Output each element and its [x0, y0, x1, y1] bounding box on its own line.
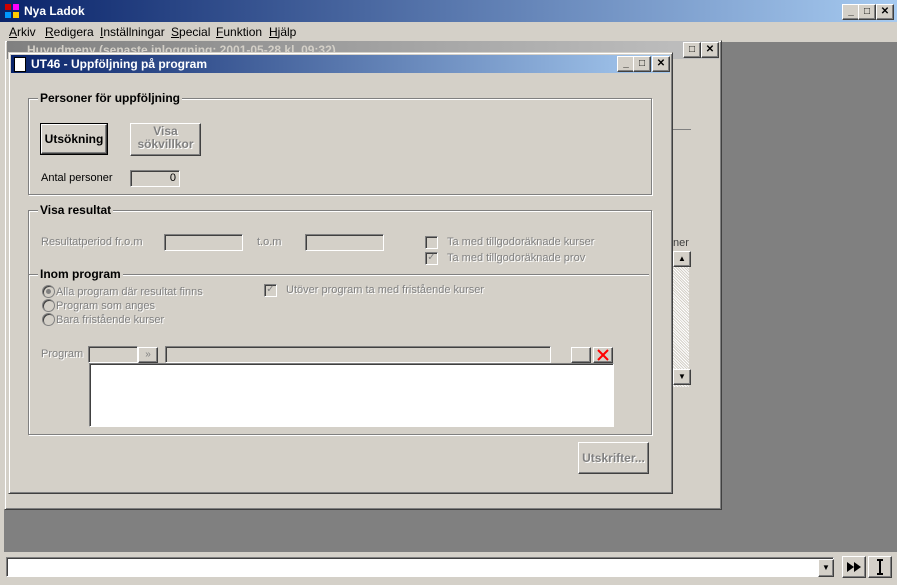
inom-program-label: Inom program — [38, 267, 123, 281]
tom-label: t.o.m — [257, 236, 282, 248]
fast-forward-icon — [847, 562, 861, 572]
app-icon — [5, 4, 19, 18]
program-label: Program — [41, 348, 84, 360]
scrollbar[interactable]: ▲ ▼ — [673, 251, 691, 387]
count-field: 0 — [130, 170, 180, 187]
command-combo[interactable] — [6, 557, 834, 577]
app-title: Nya Ladok — [24, 4, 85, 18]
text-cursor-button[interactable] — [868, 556, 892, 578]
personer-group — [28, 98, 652, 195]
program-code-field[interactable] — [88, 346, 138, 363]
close-button[interactable]: ✕ — [876, 4, 894, 20]
credited-exams-label: Ta med tillgodoräknade prov — [447, 252, 586, 264]
menu-arkiv[interactable]: Arkiv — [9, 25, 36, 39]
menu-hjalp[interactable]: Hjälp — [269, 25, 296, 39]
show-criteria-button[interactable]: Visa sökvillkor — [130, 123, 201, 156]
radio-all-programs[interactable] — [42, 285, 55, 298]
show-criteria-label-2: sökvillkor — [137, 137, 194, 151]
huvudmeny-maximize-button[interactable]: □ — [683, 42, 701, 58]
dialog-maximize-button[interactable]: □ — [633, 56, 651, 72]
print-button[interactable]: Utskrifter... — [578, 442, 649, 474]
app-title-bar[interactable]: Nya Ladok _ □ ✕ — [0, 0, 897, 22]
dialog-title: UT46 - Uppföljning på program — [31, 57, 207, 71]
status-bar: ▼ — [0, 552, 897, 585]
dialog-close-button[interactable]: ✕ — [652, 56, 670, 72]
credited-courses-checkbox[interactable] — [425, 236, 438, 249]
credited-exams-checkbox[interactable]: ✓ — [425, 252, 438, 265]
maximize-button[interactable]: □ — [858, 4, 876, 20]
fast-forward-button[interactable] — [842, 556, 866, 578]
radio-standalone-courses[interactable] — [42, 313, 55, 326]
huvudmeny-close-button[interactable]: ✕ — [701, 42, 719, 58]
menu-funktion[interactable]: Funktion — [216, 25, 262, 39]
scroll-down-button[interactable]: ▼ — [673, 369, 691, 385]
menu-installningar[interactable]: Inställningar — [100, 25, 165, 39]
radio-all-programs-label: Alla program där resultat finns — [56, 286, 203, 298]
combo-dropdown-button[interactable]: ▼ — [818, 559, 834, 577]
document-icon — [14, 57, 26, 72]
partial-label: ner — [673, 237, 689, 249]
beyond-program-label: Utöver program ta med fristående kurser — [286, 284, 485, 296]
count-value: 0 — [169, 172, 176, 184]
scroll-up-button[interactable]: ▲ — [673, 251, 691, 267]
program-blank-button[interactable] — [571, 347, 591, 363]
count-label: Antal personer — [41, 172, 113, 184]
resultat-group-label: Visa resultat — [38, 203, 114, 217]
clear-program-button[interactable] — [593, 347, 613, 363]
program-name-field[interactable] — [165, 346, 551, 363]
radio-specified-program[interactable] — [42, 299, 55, 312]
search-button[interactable]: Utsökning — [40, 123, 108, 155]
ut46-dialog[interactable]: UT46 - Uppföljning på program _ □ ✕ Pers… — [8, 52, 673, 494]
period-label: Resultatperiod fr.o.m — [41, 236, 143, 248]
divider-line — [673, 129, 691, 130]
period-from-field[interactable] — [164, 234, 243, 251]
credited-courses-label: Ta med tillgodoräknade kurser — [447, 236, 595, 248]
clear-x-icon — [597, 349, 609, 361]
i-beam-icon — [877, 559, 883, 575]
period-to-field[interactable] — [305, 234, 384, 251]
program-list[interactable] — [89, 363, 614, 427]
menu-redigera[interactable]: Redigera — [45, 25, 94, 39]
radio-specified-program-label: Program som anges — [56, 300, 156, 312]
menu-bar: Arkiv Redigera Inställningar Special Fun… — [0, 22, 897, 42]
personer-group-label: Personer för uppföljning — [38, 91, 182, 105]
menu-special[interactable]: Special — [171, 25, 210, 39]
program-dropdown-button[interactable]: » — [138, 347, 158, 363]
radio-standalone-courses-label: Bara fristående kurser — [56, 314, 165, 326]
beyond-program-checkbox[interactable]: ✓ — [264, 284, 277, 297]
dialog-title-bar[interactable]: UT46 - Uppföljning på program _ □ ✕ — [11, 55, 670, 73]
